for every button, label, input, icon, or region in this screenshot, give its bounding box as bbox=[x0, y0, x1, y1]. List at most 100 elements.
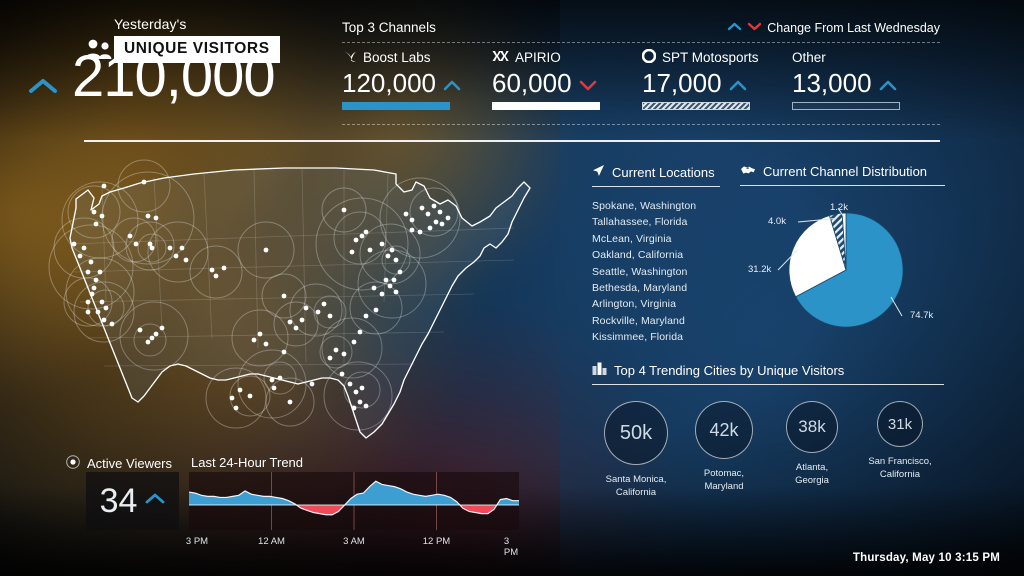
pie-chart[interactable]: 74.7k 31.2k 4.0k 1.2k bbox=[740, 192, 945, 342]
map-visitor-dot[interactable] bbox=[101, 317, 107, 323]
map-visitor-dot[interactable] bbox=[367, 247, 373, 253]
map-visitor-dot[interactable] bbox=[141, 179, 147, 185]
map-visitor-dot[interactable] bbox=[209, 267, 215, 273]
map-visitor-dot[interactable] bbox=[409, 227, 415, 233]
map-visitor-dot[interactable] bbox=[103, 305, 109, 311]
map-visitor-dot[interactable] bbox=[263, 341, 269, 347]
map-visitor-dot[interactable] bbox=[363, 229, 369, 235]
map-visitor-dot[interactable] bbox=[159, 325, 165, 331]
map-visitor-dot[interactable] bbox=[327, 313, 333, 319]
location-item[interactable]: Seattle, Washington bbox=[592, 264, 720, 280]
map-visitor-dot[interactable] bbox=[99, 213, 105, 219]
map-visitor-dot[interactable] bbox=[393, 257, 399, 263]
map-visitor-dot[interactable] bbox=[379, 241, 385, 247]
map-visitor-dot[interactable] bbox=[247, 393, 253, 399]
map-visitor-dot[interactable] bbox=[97, 269, 103, 275]
channel-item-3[interactable]: SPT Motosports 17,000 bbox=[641, 48, 792, 110]
map-visitor-dot[interactable] bbox=[439, 221, 445, 227]
map-visitor-dot[interactable] bbox=[385, 253, 391, 259]
map-visitor-dot[interactable] bbox=[149, 335, 155, 341]
map-visitor-dot[interactable] bbox=[77, 253, 83, 259]
map-visitor-dot[interactable] bbox=[431, 203, 437, 209]
location-item[interactable]: Kissimmee, Florida bbox=[592, 329, 720, 345]
map-visitor-dot[interactable] bbox=[173, 253, 179, 259]
map-visitor-dot[interactable] bbox=[183, 257, 189, 263]
map-visitor-dot[interactable] bbox=[167, 245, 173, 251]
trending-city-4[interactable]: 31k San Francisco, California bbox=[856, 401, 944, 499]
map-visitor-dot[interactable] bbox=[359, 233, 365, 239]
location-item[interactable]: Bethesda, Maryland bbox=[592, 280, 720, 296]
map-visitor-dot[interactable] bbox=[145, 339, 151, 345]
map-visitor-dot[interactable] bbox=[427, 225, 433, 231]
map-visitor-dot[interactable] bbox=[137, 327, 143, 333]
map-visitor-dot[interactable] bbox=[99, 299, 105, 305]
map-visitor-dot[interactable] bbox=[81, 245, 87, 251]
map-visitor-dot[interactable] bbox=[213, 273, 219, 279]
trending-city-2[interactable]: 42k Potomac, Maryland bbox=[680, 401, 768, 499]
map-visitor-dot[interactable] bbox=[327, 355, 333, 361]
map-visitor-dot[interactable] bbox=[409, 217, 415, 223]
map-visitor-dot[interactable] bbox=[71, 241, 77, 247]
map-visitor-dot[interactable] bbox=[353, 389, 359, 395]
map-visitor-dot[interactable] bbox=[85, 299, 91, 305]
map-visitor-dot[interactable] bbox=[293, 325, 299, 331]
map-visitor-dot[interactable] bbox=[95, 309, 101, 315]
map-visitor-dot[interactable] bbox=[349, 249, 355, 255]
map-visitor-dot[interactable] bbox=[387, 283, 393, 289]
map-visitor-dot[interactable] bbox=[341, 351, 347, 357]
map-visitor-dot[interactable] bbox=[363, 313, 369, 319]
location-item[interactable]: Arlington, Virginia bbox=[592, 296, 720, 312]
map-visitor-dot[interactable] bbox=[391, 277, 397, 283]
map-visitor-dot[interactable] bbox=[271, 385, 277, 391]
map-visitor-dot[interactable] bbox=[91, 285, 97, 291]
map-visitor-dot[interactable] bbox=[91, 209, 97, 215]
map-visitor-dot[interactable] bbox=[251, 337, 257, 343]
map-visitor-dot[interactable] bbox=[347, 381, 353, 387]
map-visitor-dot[interactable] bbox=[357, 399, 363, 405]
map-visitor-dot[interactable] bbox=[149, 245, 155, 251]
map-visitor-dot[interactable] bbox=[425, 211, 431, 217]
map-visitor-dot[interactable] bbox=[127, 233, 133, 239]
map-visitor-dot[interactable] bbox=[287, 399, 293, 405]
map-visitor-dot[interactable] bbox=[153, 331, 159, 337]
map-visitor-dot[interactable] bbox=[351, 339, 357, 345]
map-visitor-dot[interactable] bbox=[419, 205, 425, 211]
channel-item-4[interactable]: Other 13,000 bbox=[792, 48, 942, 110]
channel-item-1[interactable]: Boost Labs 120,000 bbox=[342, 48, 492, 110]
map-visitor-dot[interactable] bbox=[229, 395, 235, 401]
map-visitor-dot[interactable] bbox=[85, 309, 91, 315]
map-visitor-dot[interactable] bbox=[333, 347, 339, 353]
channel-item-2[interactable]: APIRIO 60,000 bbox=[492, 48, 642, 110]
map-visitor-dot[interactable] bbox=[101, 183, 107, 189]
location-item[interactable]: Tallahassee, Florida bbox=[592, 214, 720, 230]
map-visitor-dot[interactable] bbox=[397, 269, 403, 275]
map-visitor-dot[interactable] bbox=[393, 289, 399, 295]
map-visitor-dot[interactable] bbox=[353, 237, 359, 243]
map-visitor-dot[interactable] bbox=[445, 215, 451, 221]
map-visitor-dot[interactable] bbox=[299, 317, 305, 323]
map-visitor-dot[interactable] bbox=[357, 329, 363, 335]
map-visitor-dot[interactable] bbox=[389, 247, 395, 253]
map-visitor-dot[interactable] bbox=[237, 387, 243, 393]
map-visitor-dot[interactable] bbox=[433, 219, 439, 225]
map-visitor-dot[interactable] bbox=[145, 213, 151, 219]
map-visitor-dot[interactable] bbox=[281, 293, 287, 299]
location-item[interactable]: McLean, Virginia bbox=[592, 231, 720, 247]
map-visitor-dot[interactable] bbox=[417, 229, 423, 235]
map-visitor-dot[interactable] bbox=[359, 385, 365, 391]
map-visitor-dot[interactable] bbox=[303, 305, 309, 311]
map-visitor-dot[interactable] bbox=[351, 405, 357, 411]
map-visitor-dot[interactable] bbox=[437, 209, 443, 215]
map-visitor-dot[interactable] bbox=[315, 309, 321, 315]
map-visitor-dot[interactable] bbox=[281, 349, 287, 355]
map-visitor-dot[interactable] bbox=[371, 285, 377, 291]
map-visitor-dot[interactable] bbox=[133, 241, 139, 247]
map-visitor-dot[interactable] bbox=[403, 211, 409, 217]
map-visitor-dot[interactable] bbox=[263, 247, 269, 253]
location-item[interactable]: Rockville, Maryland bbox=[592, 313, 720, 329]
map-visitor-dot[interactable] bbox=[363, 403, 369, 409]
map-visitor-dot[interactable] bbox=[89, 291, 95, 297]
trending-city-1[interactable]: 50k Santa Monica, California bbox=[592, 401, 680, 499]
map-visitor-dot[interactable] bbox=[257, 331, 263, 337]
map-visitor-dot[interactable] bbox=[109, 321, 115, 327]
